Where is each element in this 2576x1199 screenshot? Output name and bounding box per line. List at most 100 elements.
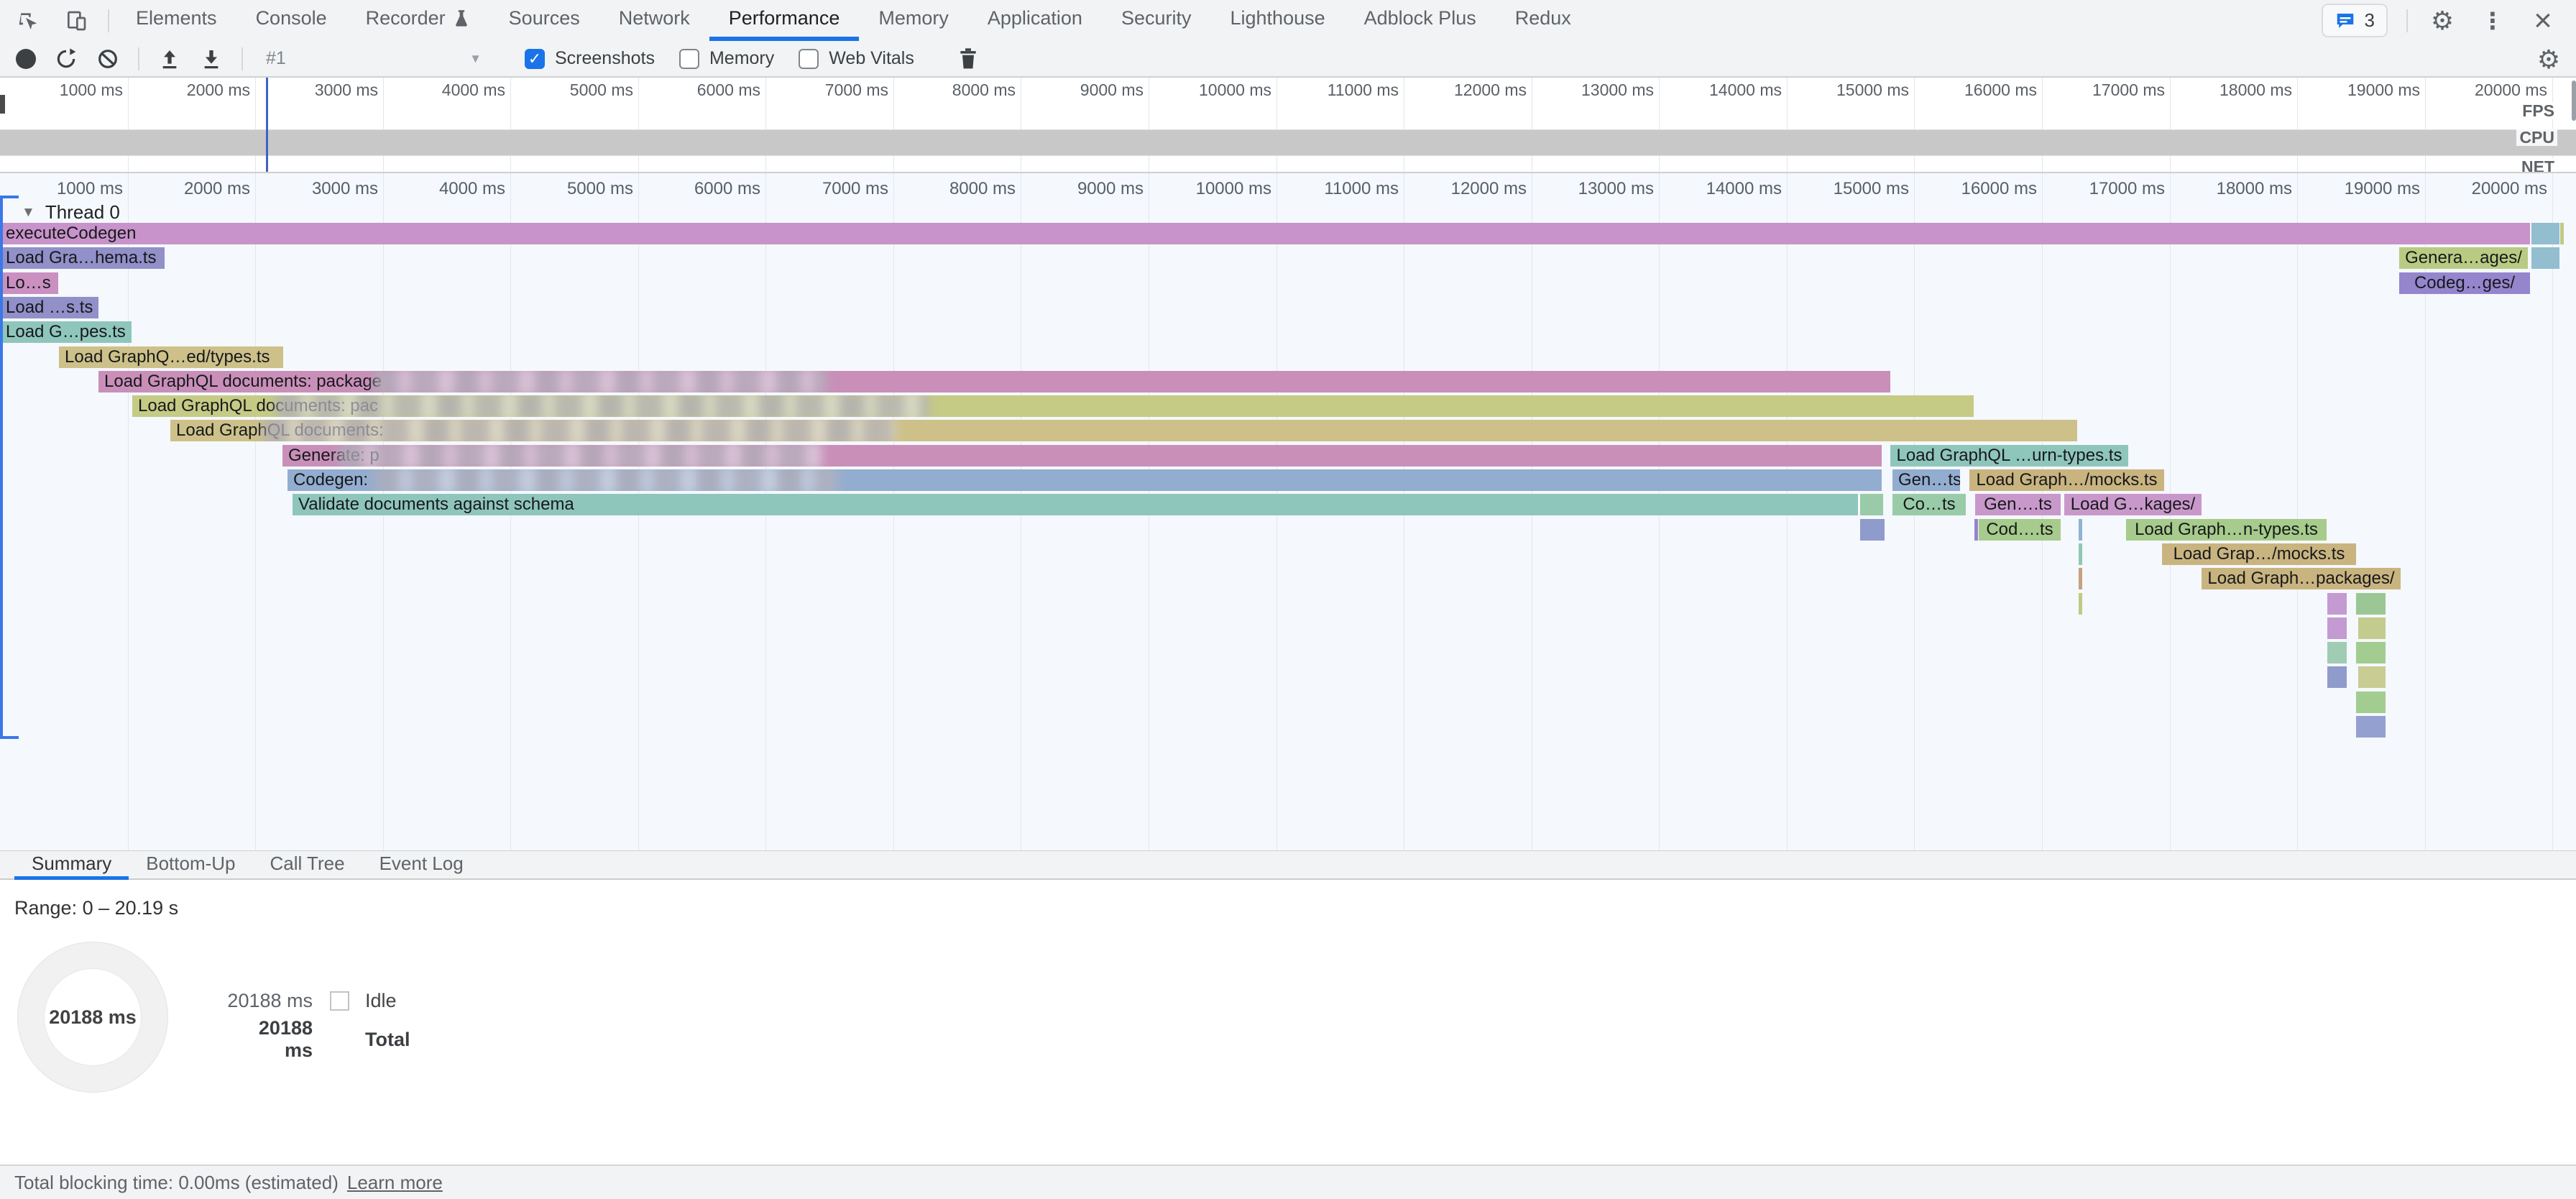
flame-bar[interactable]: Generate: p [282,445,1882,467]
checkbox-memory[interactable]: Memory [679,48,774,69]
gridline [1787,78,1788,173]
tab-elements[interactable]: Elements [116,0,236,41]
learn-more-link[interactable]: Learn more [347,1172,443,1194]
web-vitals-checkbox[interactable] [799,49,819,69]
tab-adblock-plus[interactable]: Adblock Plus [1345,0,1496,41]
gridline [2297,173,2298,850]
gridline [1914,78,1915,173]
flame-bar-fragment[interactable] [2358,666,2386,688]
kebab-menu-icon[interactable]: ⋮ [2477,5,2508,37]
flame-bar-fragment[interactable] [2358,617,2386,639]
flame-bar[interactable]: Load GraphQL documents: [170,420,2077,441]
flame-bar-fragment[interactable] [2079,568,2082,589]
chevron-down-icon: ▼ [469,52,482,66]
flame-bar[interactable]: Lo…s [0,272,58,294]
flame-bar-fragment[interactable] [2079,543,2082,565]
flame-bar[interactable]: Load GraphQL documents: pac [132,395,1974,417]
tab-label: Console [256,7,327,29]
flame-bar[interactable]: Codegen: [288,469,1882,491]
flame-bar-fragment[interactable] [2356,716,2386,738]
flame-chart[interactable]: 1000 ms2000 ms3000 ms4000 ms5000 ms6000 … [0,173,2576,850]
checkbox-screenshots[interactable]: ✓Screenshots [525,48,655,69]
thread-track-header[interactable]: ▼ Thread 0 [22,201,120,224]
legend-swatch [330,991,349,1011]
flame-bar-fragment[interactable] [2327,642,2347,663]
flame-bar[interactable]: executeCodegen [0,223,2530,244]
inspect-element-icon[interactable] [13,5,45,37]
tab-security[interactable]: Security [1102,0,1211,41]
gridline [2297,78,2298,173]
flame-bar-fragment[interactable] [2560,223,2564,244]
screenshots-checkbox[interactable]: ✓ [525,49,545,69]
flame-bar[interactable]: Codeg…ges/ [2399,272,2530,294]
close-devtools-icon[interactable]: × [2527,5,2559,37]
capture-settings-gear-icon[interactable]: ⚙ [2533,44,2564,75]
overview-cursor-line[interactable] [266,78,268,173]
collapse-triangle-icon[interactable]: ▼ [22,205,35,221]
flame-bar[interactable]: Load GraphQL documents: package [98,371,1890,392]
flame-bar[interactable]: Load GraphQL …urn-types.ts [1890,445,2128,467]
flame-bar[interactable]: Load GraphQ…ed/types.ts [59,346,283,368]
flame-bar[interactable]: Load G…kages/ [2064,494,2202,515]
memory-checkbox[interactable] [679,49,699,69]
ruler-tick-label: 1000 ms [8,179,123,198]
profile-select[interactable]: #1 ▼ [266,48,482,69]
flame-bar[interactable]: Load G…pes.ts [0,321,132,343]
flame-bar[interactable]: Cod….ts [1979,519,2061,541]
flame-bar[interactable]: Load Graph…/mocks.ts [1969,469,2164,491]
flame-bar-fragment[interactable] [2531,223,2559,244]
flame-bar-fragment[interactable] [1860,494,1883,515]
load-profile-button[interactable] [158,47,181,70]
settings-gear-icon[interactable]: ⚙ [2426,5,2458,37]
garbage-collect-icon[interactable] [957,47,979,70]
flame-bar-fragment[interactable] [2327,593,2347,615]
tab-sources[interactable]: Sources [489,0,599,41]
flame-bar[interactable]: Load Graph…n-types.ts [2126,519,2327,541]
flame-bar-fragment[interactable] [2356,692,2386,713]
flame-bar[interactable]: Load Graph…packages/ [2202,568,2401,589]
flame-bar-fragment[interactable] [2327,666,2347,688]
flame-bar[interactable]: Load …s.ts [0,297,98,318]
summary-tab-summary[interactable]: Summary [14,851,129,880]
flame-bar-fragment[interactable] [1974,519,1978,541]
tab-console[interactable]: Console [236,0,346,41]
flame-bar[interactable]: Load Gra…hema.ts [0,247,165,269]
flame-bar[interactable]: Validate documents against schema [293,494,1858,515]
flame-bar-fragment[interactable] [1860,519,1885,541]
summary-tab-event-log[interactable]: Event Log [362,851,481,880]
flame-bar-fragment[interactable] [2356,593,2386,615]
tab-application[interactable]: Application [968,0,1102,41]
record-button[interactable] [16,49,36,69]
flame-bar[interactable]: Gen…ts [1892,469,1960,491]
overview-scrollbar[interactable] [2572,81,2576,121]
flame-bar-fragment[interactable] [2531,247,2559,269]
console-messages-button[interactable]: 3 [2322,4,2388,37]
summary-tab-bottom-up[interactable]: Bottom-Up [129,851,252,880]
tab-recorder[interactable]: Recorder [346,0,489,41]
flame-bar-fragment[interactable] [2356,642,2386,663]
overview-left-handle[interactable] [0,95,5,114]
save-profile-button[interactable] [200,47,223,70]
flame-bar[interactable]: Genera…ages/ [2399,247,2528,269]
tab-performance[interactable]: Performance [709,0,860,41]
ruler-tick-label: 4000 ms [390,179,505,198]
flame-bar-fragment[interactable] [2079,519,2082,541]
flame-bar[interactable]: Load Grap…/mocks.ts [2162,543,2356,565]
clear-recording-button[interactable] [96,47,119,70]
tab-network[interactable]: Network [599,0,709,41]
tab-memory[interactable]: Memory [859,0,968,41]
donut-hole: 20188 ms [44,968,142,1066]
checkbox-web-vitals[interactable]: Web Vitals [799,48,914,69]
flame-bar-fragment[interactable] [2327,617,2347,639]
flame-bar[interactable]: Co…ts [1892,494,1966,515]
summary-tab-call-tree[interactable]: Call Tree [253,851,362,880]
toolbar-left-icons [0,0,109,41]
flame-bar-fragment[interactable] [2079,593,2082,615]
overview-tick-label: 11000 ms [1291,81,1399,99]
timeline-overview[interactable]: 1000 ms2000 ms3000 ms4000 ms5000 ms6000 … [0,78,2576,173]
reload-and-record-button[interactable] [55,47,78,70]
device-toolbar-icon[interactable] [60,5,92,37]
tab-lighthouse[interactable]: Lighthouse [1211,0,1345,41]
flame-bar[interactable]: Gen….ts [1975,494,2061,515]
tab-redux[interactable]: Redux [1496,0,1591,41]
